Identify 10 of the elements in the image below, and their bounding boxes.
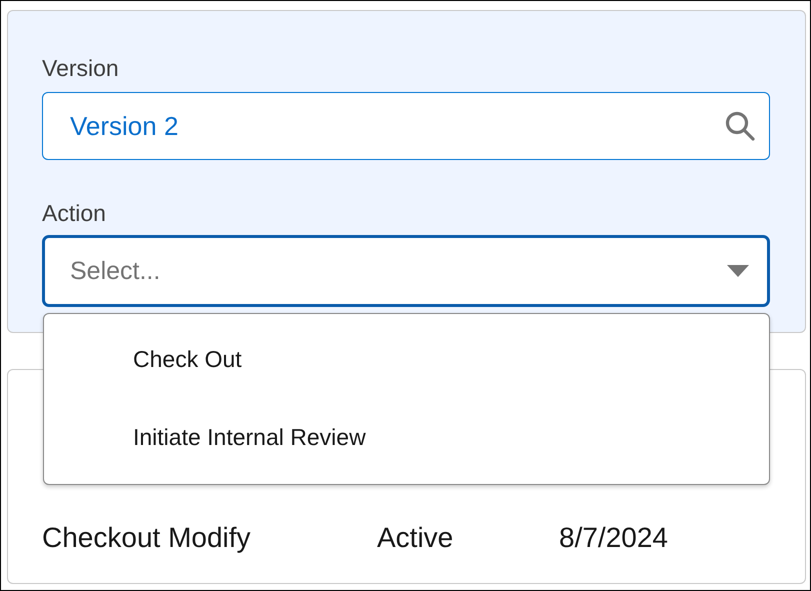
menu-option[interactable]: Check Out — [44, 336, 769, 384]
search-icon[interactable] — [724, 110, 756, 142]
version-field[interactable]: Version 2 — [42, 92, 770, 160]
action-select[interactable]: Select... — [42, 235, 770, 307]
field-label: Version — [42, 55, 119, 83]
detail-value: Active — [377, 521, 454, 555]
field-label: Action — [42, 200, 106, 228]
detail-value: 8/7/2024 — [559, 521, 668, 555]
menu-option[interactable]: Initiate Internal Review — [44, 414, 769, 462]
detail-value: Checkout Modify — [42, 521, 251, 555]
